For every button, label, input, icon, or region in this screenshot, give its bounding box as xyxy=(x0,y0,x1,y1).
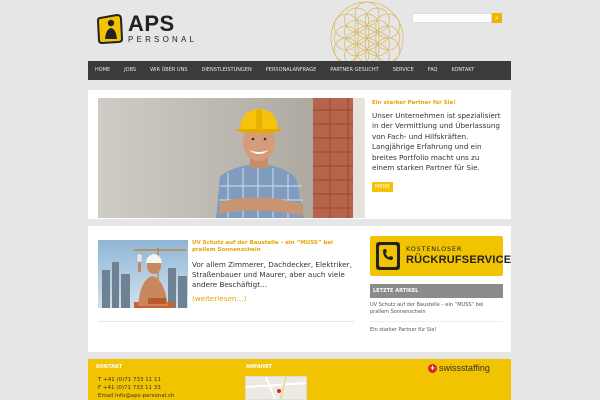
nav-item-staff-request[interactable]: Personalanfrage xyxy=(259,61,324,80)
footer-directions-heading: ANFAHRT xyxy=(246,364,272,370)
hero-image xyxy=(98,98,365,218)
footer-phone: T +41 (0)71 733 11 11 xyxy=(98,377,161,383)
logo-subtitle: PERSONAL xyxy=(128,35,198,44)
nav-item-services[interactable]: Dienstleistungen xyxy=(194,61,258,80)
footer-contact: KONTAKT T +41 (0)71 733 11 11 F +41 (0)7… xyxy=(96,364,175,400)
article-image[interactable] xyxy=(98,240,188,308)
callback-label-main: RÜCKRUFSERVICE xyxy=(406,254,512,266)
nav-item-faq[interactable]: FAQ xyxy=(421,61,445,80)
phone-icon xyxy=(376,242,400,270)
latest-articles-list: UV Schutz auf der Baustelle – ein “MUSS”… xyxy=(370,302,503,344)
search-icon: ⌕ xyxy=(495,14,499,22)
nav-item-about[interactable]: Wir über uns xyxy=(143,61,194,80)
nav-item-service[interactable]: Service xyxy=(386,61,421,80)
footer-fax: F +41 (0)71 733 11 33 xyxy=(98,385,161,391)
hero-teaser: Ein starker Partner für Sie! Unser Unter… xyxy=(372,100,504,193)
footer-directions: ANFAHRT xyxy=(246,364,272,376)
read-more-link[interactable]: (weiterlesen…) xyxy=(192,294,352,303)
article-title[interactable]: UV Schutz auf der Baustelle – ein “MUSS”… xyxy=(192,240,352,254)
hero-text: Unser Unternehmen ist spezialisiert in d… xyxy=(372,111,501,173)
hero-title[interactable]: Ein starker Partner für Sie! xyxy=(372,100,504,106)
search-button[interactable]: ⌕ xyxy=(492,13,502,23)
search-form: ⌕ xyxy=(412,13,502,23)
latest-article-link[interactable]: UV Schutz auf der Baustelle – ein “MUSS”… xyxy=(370,302,503,322)
aps-logo-icon xyxy=(97,13,124,44)
latest-article-link[interactable]: Ein starker Partner für Sie! xyxy=(370,327,503,339)
more-button[interactable]: MEHR xyxy=(372,182,393,193)
search-input[interactable] xyxy=(412,13,492,23)
latest-articles-heading: LETZTE ARTIKEL xyxy=(370,284,503,298)
nav-item-contact[interactable]: Kontakt xyxy=(444,61,481,80)
article-excerpt: Vor allem Zimmerer, Dachdecker, Elektrik… xyxy=(192,260,352,290)
sidebar: KOSTENLOSER RÜCKRUFSERVICE LETZTE ARTIKE… xyxy=(363,226,511,352)
partner-logo-text: swissstaffing xyxy=(439,363,490,373)
nav-item-partners[interactable]: Partner gesucht xyxy=(323,61,385,80)
nav-item-home[interactable]: Home xyxy=(91,61,117,80)
callback-label-top: KOSTENLOSER xyxy=(406,245,463,253)
directions-map[interactable] xyxy=(245,376,307,400)
site-logo[interactable]: APS PERSONAL xyxy=(97,13,197,44)
main-navigation: Home Jobs Wir über uns Dienstleistungen … xyxy=(88,61,511,80)
swiss-cross-icon: + xyxy=(428,363,437,373)
article-teaser: UV Schutz auf der Baustelle – ein “MUSS”… xyxy=(88,226,363,352)
footer-contact-heading: KONTAKT xyxy=(96,364,123,370)
hero-section: Ein starker Partner für Sie! Unser Unter… xyxy=(88,90,511,219)
callback-service-banner[interactable]: KOSTENLOSER RÜCKRUFSERVICE xyxy=(370,236,511,276)
site-footer: KONTAKT T +41 (0)71 733 11 11 F +41 (0)7… xyxy=(88,359,511,400)
logo-wordmark: APS xyxy=(128,11,175,36)
swissstaffing-logo[interactable]: + swissstaffing xyxy=(428,363,490,373)
divider xyxy=(98,321,354,322)
footer-email[interactable]: Email info@aps-personal.ch xyxy=(96,392,175,400)
nav-item-jobs[interactable]: Jobs xyxy=(117,61,143,80)
article-body: UV Schutz auf der Baustelle – ein “MUSS”… xyxy=(192,240,352,303)
site-header: APS PERSONAL ⌕ xyxy=(0,0,600,75)
